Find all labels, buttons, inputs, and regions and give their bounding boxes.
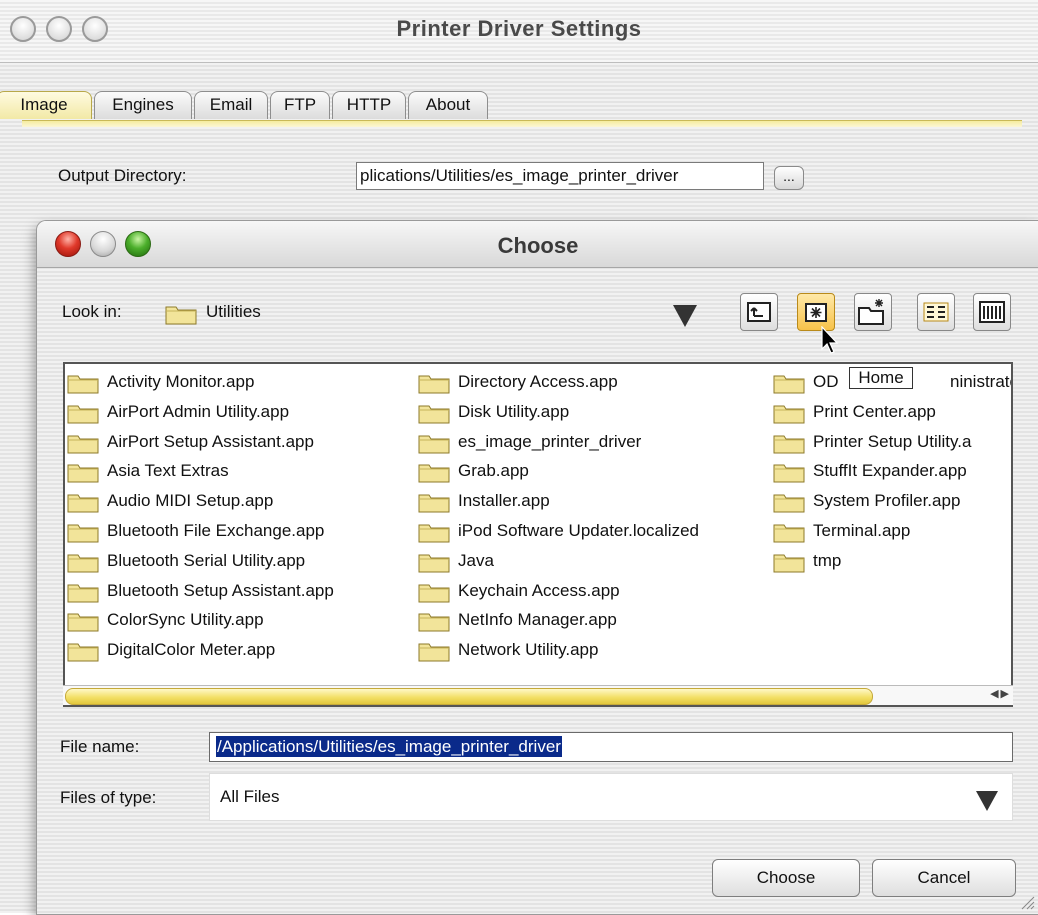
file-name-text: Bluetooth Serial Utility.app: [107, 550, 306, 570]
file-name-text: Terminal.app: [813, 520, 911, 540]
folder-icon: [67, 375, 99, 394]
file-name-text: Network Utility.app: [458, 640, 599, 660]
folder-icon: [773, 524, 805, 543]
folder-icon: [418, 405, 450, 424]
file-name-text: Print Center.app: [813, 401, 936, 421]
file-name-text: tmp: [813, 550, 842, 570]
folder-icon: [67, 435, 99, 454]
file-name-text: AirPort Setup Assistant.app: [107, 431, 314, 451]
file-name-text: Audio MIDI Setup.app: [107, 491, 274, 511]
file-name-text: Disk Utility.app: [458, 401, 570, 421]
dropdown-arrow-icon[interactable]: [976, 791, 998, 811]
output-directory-field[interactable]: plications/Utilities/es_image_printer_dr…: [356, 162, 764, 190]
folder-icon: [67, 524, 99, 543]
folder-icon: [418, 524, 450, 543]
folder-icon: [165, 306, 197, 325]
folder-icon: [418, 584, 450, 603]
details-view-button[interactable]: [973, 293, 1011, 331]
folder-icon: [773, 375, 805, 394]
file-name-text: Bluetooth Setup Assistant.app: [107, 580, 334, 600]
folder-icon: [773, 405, 805, 424]
dropdown-arrow-icon[interactable]: [673, 305, 697, 327]
list-view-icon: [923, 302, 949, 322]
folder-icon: [67, 494, 99, 513]
file-name-text: DigitalColor Meter.app: [107, 640, 276, 660]
tab-ftp[interactable]: FTP: [270, 91, 330, 119]
folder-icon: [67, 584, 99, 603]
details-view-icon: [979, 301, 1005, 323]
scroll-arrows-icon[interactable]: ◀▶: [990, 687, 1011, 700]
resize-grip-icon[interactable]: [1017, 892, 1035, 910]
file-list[interactable]: Activity Monitor.app AirPort Admin Utilit…: [63, 362, 1013, 707]
tab-email[interactable]: Email: [194, 91, 268, 119]
scrollbar-thumb[interactable]: [65, 688, 873, 705]
mouse-pointer-icon: [821, 326, 839, 354]
folder-icon: [418, 464, 450, 483]
choose-button[interactable]: Choose: [712, 859, 860, 897]
files-of-type-select[interactable]: All Files: [209, 773, 1013, 821]
folder-icon: [67, 643, 99, 662]
folder-icon: [67, 464, 99, 483]
file-name-text: Asia Text Extras: [107, 461, 229, 481]
folder-icon: [418, 435, 450, 454]
file-name-text: ColorSync Utility.app: [107, 610, 264, 630]
file-name-text: Installer.app: [458, 491, 550, 511]
folder-icon: [67, 554, 99, 573]
tab-image[interactable]: Image: [0, 91, 92, 119]
file-name-text: Grab.app: [458, 461, 529, 481]
tab-http[interactable]: HTTP: [332, 91, 406, 119]
file-name-text: Java: [458, 550, 494, 570]
folder-icon: [418, 494, 450, 513]
folder-icon: [67, 405, 99, 424]
folder-icon: [773, 435, 805, 454]
file-name-label: File name:: [60, 737, 140, 756]
file-name-text: Directory Access.app: [458, 372, 618, 391]
file-name-text: Keychain Access.app: [458, 580, 620, 600]
list-view-button[interactable]: [917, 293, 955, 331]
file-name-selected-text: /Applications/Utilities/es_image_printer…: [216, 736, 562, 757]
file-name-text: OD: [813, 372, 839, 391]
home-tooltip: Home: [849, 367, 913, 389]
home-folder-icon: [805, 303, 827, 322]
outer-title-bar[interactable]: Printer Driver Settings: [0, 0, 1038, 63]
up-folder-icon: [747, 302, 771, 322]
look-in-select[interactable]: Utilities: [206, 302, 261, 322]
folder-icon: [773, 554, 805, 573]
output-directory-label: Output Directory:: [58, 166, 187, 185]
file-name-input[interactable]: /Applications/Utilities/es_image_printer…: [209, 732, 1013, 762]
file-name-text: iPod Software Updater.localized: [458, 520, 699, 540]
file-name-text: System Profiler.app: [813, 491, 961, 511]
choose-dialog: Choose Look in: Utilities Activity Monit…: [36, 220, 1038, 915]
folder-icon: [773, 494, 805, 513]
file-name-text: es_image_printer_driver: [458, 431, 642, 451]
cancel-button[interactable]: Cancel: [872, 859, 1016, 897]
tab-panel-edge: [22, 120, 1022, 127]
folder-icon: [773, 464, 805, 483]
folder-icon: [418, 375, 450, 394]
new-folder-icon: [858, 299, 884, 325]
dialog-title-bar[interactable]: Choose: [37, 221, 1038, 268]
file-name-text: ninistrator: [950, 372, 1011, 391]
folder-icon: [67, 613, 99, 632]
look-in-label: Look in:: [62, 302, 122, 321]
file-name-text: AirPort Admin Utility.app: [107, 401, 290, 421]
tab-engines[interactable]: Engines: [94, 91, 192, 119]
file-name-text: Activity Monitor.app: [107, 372, 255, 391]
browse-button[interactable]: ...: [774, 166, 804, 190]
horizontal-scrollbar[interactable]: ◀▶: [63, 685, 1013, 705]
folder-icon: [418, 643, 450, 662]
outer-window-title: Printer Driver Settings: [396, 16, 642, 41]
dialog-title: Choose: [497, 233, 579, 258]
new-folder-button[interactable]: [854, 293, 892, 331]
file-name-text: NetInfo Manager.app: [458, 610, 617, 630]
file-name-text: Bluetooth File Exchange.app: [107, 520, 325, 540]
folder-icon: [418, 613, 450, 632]
tab-about[interactable]: About: [408, 91, 488, 119]
folder-icon: [418, 554, 450, 573]
file-name-text: Printer Setup Utility.a: [813, 431, 972, 451]
up-folder-button[interactable]: [740, 293, 778, 331]
file-name-text: StuffIt Expander.app: [813, 461, 967, 481]
files-of-type-label: Files of type:: [60, 788, 157, 807]
files-of-type-value: All Files: [220, 787, 280, 806]
